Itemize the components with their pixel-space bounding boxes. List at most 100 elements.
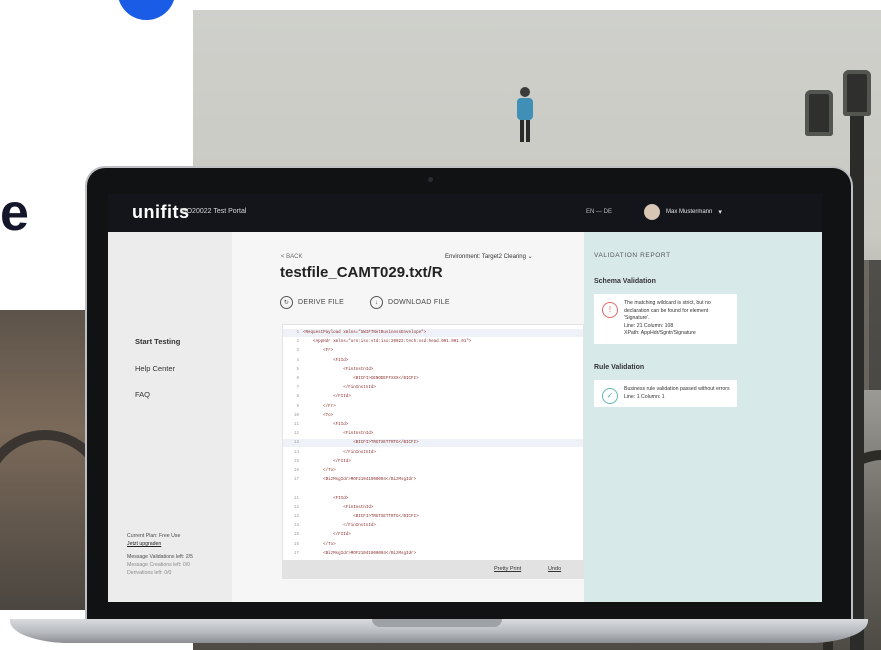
code-line: 14 </FinInstnId> [283,522,583,530]
code-line: 16 </To> [283,541,583,549]
line-number: 13 [293,441,299,446]
line-number: 10 [293,413,299,418]
user-menu[interactable]: Max Mustermann ▾ [644,204,722,220]
line-number: 3 [296,349,299,354]
code-text: <FIId> [303,358,349,363]
avatar [644,204,660,220]
back-link[interactable]: < BACK [281,254,303,260]
upgrade-link[interactable]: Jetzt upgraden [127,540,193,548]
code-text: <FinInstnId> [303,432,374,437]
code-text: <FIId> [303,423,349,427]
rule-validation-title: Rule Validation [594,364,645,371]
code-text: <FinInstnId> [303,505,374,510]
line-number: 6 [296,377,299,381]
code-line: 13 <BICFI>TRGTXETTRTG</BICFI> [283,513,583,521]
code-line: 3 <Fr> [283,347,583,355]
line-number: 12 [293,505,299,510]
code-editor[interactable]: 1 <RequestPayload xmlns="SWIFTNetBusiness… [282,324,584,562]
rule-line: Line: 1 Column: 1 [624,393,665,400]
code-text: <BICFI>GENODEFFXXX</BICFI> [303,377,419,381]
code-line: 9 </Fr> [283,403,583,411]
schema-line: Line: 21 Column: 108 [624,322,674,329]
code-text: <FinInstnId> [303,367,374,372]
code-text: </FIId> [303,395,351,400]
creations-left: Message Creations left: 0/0 [127,562,191,568]
line-number: 16 [293,542,299,547]
validation-report-title: VALIDATION REPORT [594,252,671,259]
background-photo-left [0,310,96,610]
laptop-notch [372,619,502,627]
language-switch[interactable]: EN — DE [586,209,612,215]
chevron-down-icon: ⌄ [527,254,533,260]
code-line: 10 <To> [283,412,583,420]
sidebar-item-faq[interactable]: FAQ [135,390,150,399]
line-number: 13 [293,515,299,519]
line-number: 17 [293,551,299,556]
schema-message: The matching wildcard is strict, but no … [624,300,711,321]
code-line: 15 </FIId> [283,458,583,466]
code-text: </FinInstnId> [303,450,376,455]
line-number: 12 [293,432,299,437]
line-number: 2 [296,340,299,345]
code-line: 7 </FinInstnId> [283,384,583,392]
sidebar-item-start-testing[interactable]: Start Testing [135,337,180,346]
code-line: 16 </To> [283,467,583,475]
sidebar: Start Testing Help Center FAQ Current Pl… [108,232,232,602]
download-file-button[interactable]: ↓ DOWNLOAD FILE [370,296,450,309]
code-line: 12 <FinInstnId> [283,430,583,438]
undo-link[interactable]: Undo [548,566,561,572]
schema-xpath: XPath: AppHdr/Sgntr/Signature [624,330,696,336]
schema-validation-title: Schema Validation [594,278,656,285]
code-line: 11 <FIId> [283,421,583,429]
code-text: </FIId> [303,533,351,538]
derivations-left: Derivations left: 0/0 [127,570,172,576]
alert-icon: ! [602,302,618,318]
rule-message: Business rule validation passed without … [624,386,730,392]
brand-shape [114,0,180,24]
line-number: 1 [296,331,299,335]
code-text: </To> [303,542,336,547]
pretty-print-link[interactable]: Pretty Print [494,566,521,572]
line-number: 5 [296,367,299,372]
current-plan: Current Plan: Free Use [127,533,181,539]
code-line: 11 <FIId> [283,495,583,503]
code-line: 15 </FIId> [283,531,583,539]
code-text: </To> [303,469,336,473]
portal-name: ISO20022 Test Portal [180,208,247,215]
environment-select[interactable]: Environment: Target2 Clearing ⌄ [445,253,533,260]
derive-icon: ↻ [280,296,293,309]
code-text: <Fr> [303,349,334,354]
code-text: </FIId> [303,459,351,464]
line-number: 8 [296,395,299,400]
derive-label: DERIVE FILE [298,299,345,306]
code-text: <RequestPayload xmlns="SWIFTNetBusinessE… [303,331,427,335]
code-line: 17 <BizMsgIdr>MOF21041900004</BizMsgIdr> [283,550,583,558]
line-number: 11 [293,496,299,501]
code-line: 6 <BICFI>GENODEFFXXX</BICFI> [283,375,583,383]
code-text: <To> [303,413,334,418]
code-line: 14 </FinInstnId> [283,449,583,457]
rule-success-card: ✓ Business rule validation passed withou… [594,380,737,407]
download-label: DOWNLOAD FILE [388,299,450,306]
lamp [843,70,871,116]
code-line: 5 <FinInstnId> [283,366,583,374]
line-number: 14 [293,450,299,455]
code-text: <BICFI>TRGTXETTRTG</BICFI> [303,441,419,446]
headline-fragment: e [0,184,29,242]
code-line: 13 <BICFI>TRGTXETTRTG</BICFI> [283,439,583,448]
line-number: 16 [293,469,299,473]
user-name: Max Mustermann [666,209,713,215]
line-number: 17 [293,478,299,483]
code-text: <AppHdr xmlns="urn:iso:std:iso:20022:tec… [303,340,472,345]
code-line: 2 <AppHdr xmlns="urn:iso:std:iso:20022:t… [283,338,583,346]
sidebar-item-help-center[interactable]: Help Center [135,364,175,373]
laptop-screen: unifits ISO20022 Test Portal EN — DE Max… [108,194,822,602]
code-line: 12 <FinInstnId> [283,504,583,512]
code-text: </FinInstnId> [303,524,376,529]
bridge-arch [0,430,96,610]
derive-file-button[interactable]: ↻ DERIVE FILE [280,296,344,309]
code-text: <FIId> [303,496,349,501]
code-text: </Fr> [303,404,336,409]
line-number: 14 [293,524,299,529]
chevron-down-icon: ▾ [718,209,722,216]
